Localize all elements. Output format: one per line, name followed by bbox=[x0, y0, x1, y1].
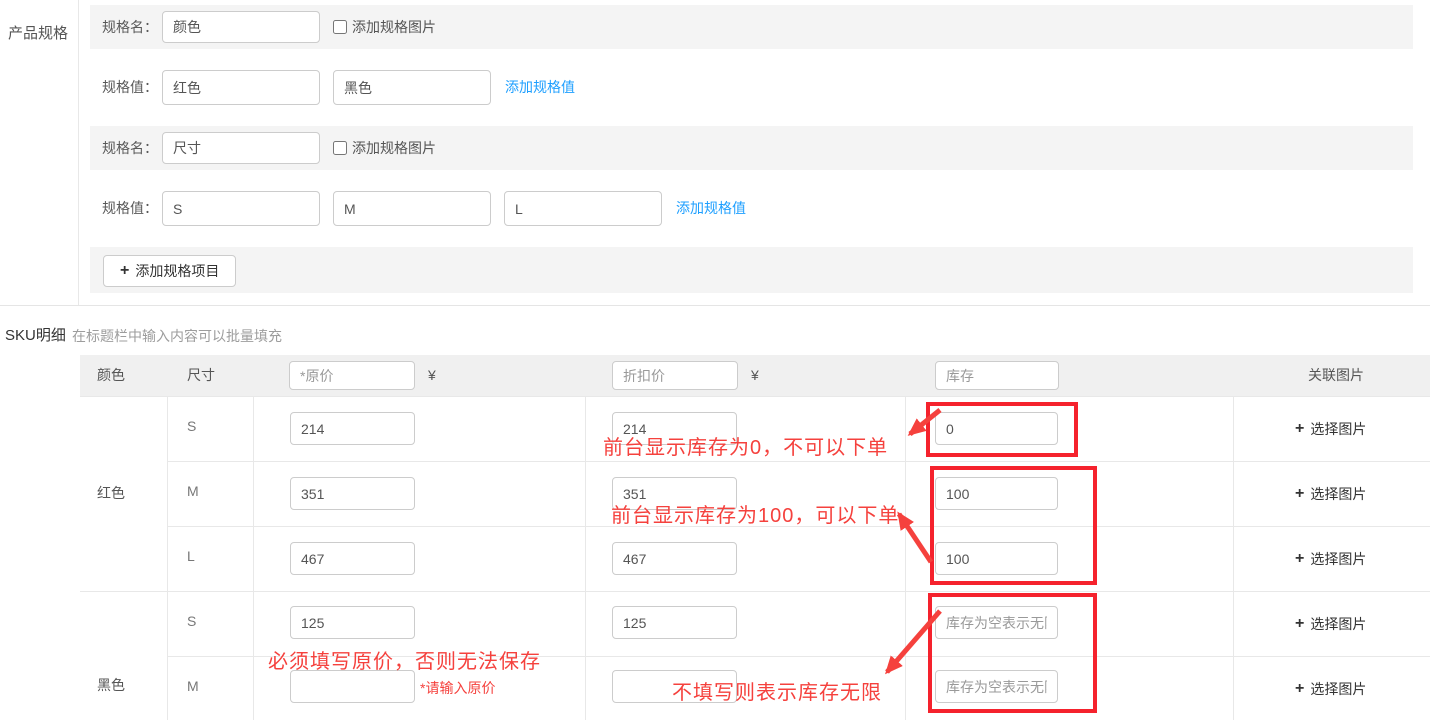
add-spec-item-row: + 添加规格项目 bbox=[90, 247, 1413, 293]
stock-input-row1[interactable] bbox=[935, 412, 1058, 445]
spec-value-input-m[interactable] bbox=[333, 191, 491, 226]
select-image-label: 选择图片 bbox=[1310, 614, 1366, 634]
add-spec-image-label-2: 添加规格图片 bbox=[352, 126, 436, 170]
arrow-stock-unlimited bbox=[887, 611, 940, 672]
plus-icon: + bbox=[120, 263, 129, 279]
plus-icon: + bbox=[1295, 681, 1304, 697]
grid-line bbox=[167, 461, 1430, 462]
discount-price-input-row4[interactable] bbox=[612, 606, 737, 639]
annotation-must-fill-price: 必须填写原价，否则无法保存 bbox=[268, 645, 541, 674]
spec-section-title: 产品规格 bbox=[8, 22, 68, 43]
stock-input-row4[interactable] bbox=[935, 606, 1058, 639]
sku-section-title: SKU明细 bbox=[5, 324, 66, 345]
stock-input-row2[interactable] bbox=[935, 477, 1058, 510]
spec-value-row-1: 规格值： 添加规格值 bbox=[90, 49, 1413, 126]
stock-input-row5[interactable] bbox=[935, 670, 1058, 703]
select-image-label: 选择图片 bbox=[1310, 549, 1366, 569]
product-edit-page: 产品规格 规格名： 添加规格图片 规格值： 添加规格值 规格名： 添加规格图片 … bbox=[0, 0, 1430, 720]
spec-name-row-2: 规格名： 添加规格图片 bbox=[90, 126, 1413, 170]
size-cell: S bbox=[187, 613, 196, 629]
original-price-input-row1[interactable] bbox=[290, 412, 415, 445]
select-image-label: 选择图片 bbox=[1310, 484, 1366, 504]
arrow-stock-100 bbox=[899, 514, 931, 562]
stock-input-row3[interactable] bbox=[935, 542, 1058, 575]
original-price-input-row2[interactable] bbox=[290, 477, 415, 510]
plus-icon: + bbox=[1295, 551, 1304, 567]
spec-value-row-2: 规格值： 添加规格值 bbox=[90, 170, 1413, 247]
add-spec-item-button-label: 添加规格项目 bbox=[135, 261, 219, 281]
original-price-error: *请输入原价 bbox=[420, 678, 495, 698]
grid-line bbox=[80, 591, 1430, 592]
add-spec-image-checkbox-1[interactable] bbox=[333, 20, 347, 34]
add-spec-value-link-2[interactable]: 添加规格值 bbox=[676, 170, 746, 247]
select-image-button-row3[interactable]: + 选择图片 bbox=[1295, 549, 1366, 569]
original-price-input-row3[interactable] bbox=[290, 542, 415, 575]
header-image: 关联图片 bbox=[1308, 355, 1364, 396]
spec-value-input-red[interactable] bbox=[162, 70, 320, 105]
select-image-button-row2[interactable]: + 选择图片 bbox=[1295, 484, 1366, 504]
header-size: 尺寸 bbox=[187, 355, 215, 396]
grid-line bbox=[585, 396, 586, 720]
header-color: 颜色 bbox=[97, 355, 125, 396]
color-cell-red: 红色 bbox=[97, 483, 125, 503]
original-price-input-row5[interactable] bbox=[290, 670, 415, 703]
plus-icon: + bbox=[1295, 486, 1304, 502]
select-image-label: 选择图片 bbox=[1310, 419, 1366, 439]
plus-icon: + bbox=[1295, 421, 1304, 437]
spec-name-row-1: 规格名： 添加规格图片 bbox=[90, 5, 1413, 49]
currency-yuan-1: ¥ bbox=[428, 355, 436, 396]
select-image-button-row5[interactable]: + 选择图片 bbox=[1295, 679, 1366, 699]
spec-name-input-2[interactable] bbox=[162, 132, 320, 164]
spec-name-input-1[interactable] bbox=[162, 11, 320, 43]
header-original-price-input[interactable] bbox=[289, 361, 415, 390]
grid-line bbox=[167, 396, 168, 720]
select-image-label: 选择图片 bbox=[1310, 679, 1366, 699]
size-cell: M bbox=[187, 678, 199, 694]
annotation-empty-stock-unlimited: 不填写则表示库存无限 bbox=[672, 676, 882, 705]
currency-yuan-2: ¥ bbox=[751, 355, 759, 396]
annotation-stock-100: 前台显示库存为100，可以下单 bbox=[611, 499, 899, 528]
annotation-stock-zero: 前台显示库存为0，不可以下单 bbox=[603, 431, 888, 460]
spec-name-label-2: 规格名： bbox=[102, 126, 158, 170]
select-image-button-row1[interactable]: + 选择图片 bbox=[1295, 419, 1366, 439]
section-divider-horizontal bbox=[0, 305, 1430, 306]
size-cell: S bbox=[187, 418, 196, 434]
sku-section-hint: 在标题栏中输入内容可以批量填充 bbox=[72, 326, 282, 346]
section-divider-vertical bbox=[78, 0, 79, 305]
add-spec-item-button[interactable]: + 添加规格项目 bbox=[103, 255, 236, 287]
spec-value-input-l[interactable] bbox=[504, 191, 662, 226]
discount-price-input-row3[interactable] bbox=[612, 542, 737, 575]
grid-line bbox=[905, 396, 906, 720]
spec-value-label-1: 规格值： bbox=[102, 49, 158, 126]
original-price-input-row4[interactable] bbox=[290, 606, 415, 639]
spec-value-input-s[interactable] bbox=[162, 191, 320, 226]
spec-value-label-2: 规格值： bbox=[102, 170, 158, 247]
grid-line bbox=[80, 396, 1430, 397]
plus-icon: + bbox=[1295, 616, 1304, 632]
add-spec-value-link-1[interactable]: 添加规格值 bbox=[505, 49, 575, 126]
header-stock-input[interactable] bbox=[935, 361, 1059, 390]
add-spec-image-checkbox-2[interactable] bbox=[333, 141, 347, 155]
grid-line bbox=[253, 396, 254, 720]
sku-table-header: 颜色 尺寸 ¥ ¥ 关联图片 bbox=[80, 355, 1430, 396]
select-image-button-row4[interactable]: + 选择图片 bbox=[1295, 614, 1366, 634]
spec-name-label-1: 规格名： bbox=[102, 5, 158, 49]
color-cell-black: 黑色 bbox=[97, 675, 125, 695]
size-cell: M bbox=[187, 483, 199, 499]
grid-line bbox=[1233, 396, 1234, 720]
size-cell: L bbox=[187, 548, 195, 564]
header-discount-price-input[interactable] bbox=[612, 361, 738, 390]
spec-value-input-black[interactable] bbox=[333, 70, 491, 105]
add-spec-image-label-1: 添加规格图片 bbox=[352, 5, 436, 49]
